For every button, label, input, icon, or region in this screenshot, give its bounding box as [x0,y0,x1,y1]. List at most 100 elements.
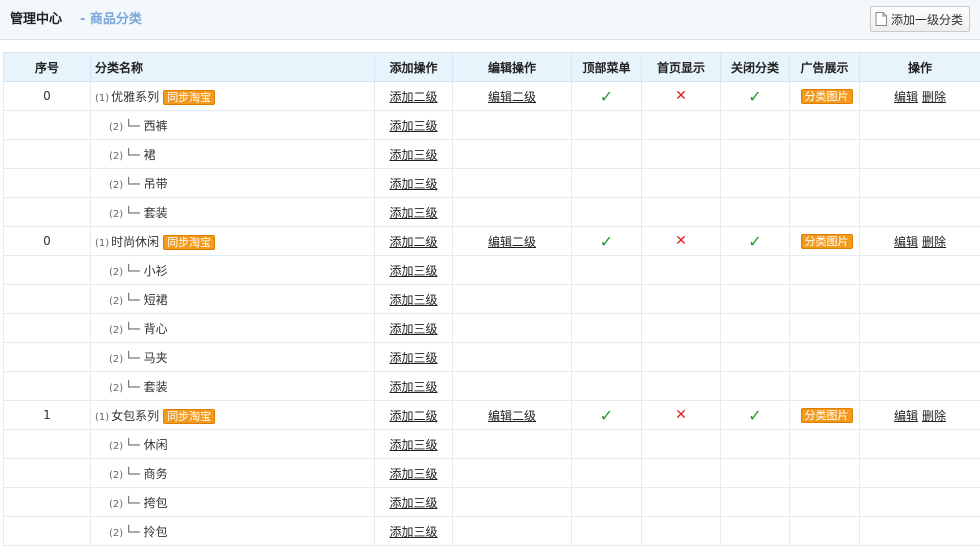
subcategory-name: 背心 [143,321,168,336]
level-marker: (2) [109,150,124,162]
add-level3-link[interactable]: 添加三级 [389,525,437,539]
level-marker: (2) [109,440,124,452]
cross-icon[interactable]: ✕ [675,407,687,423]
level-marker: (1) [95,92,110,104]
category-name: 优雅系列 [111,89,160,104]
add-top-category-button[interactable]: 添加一级分类 [869,6,970,32]
header-col-ad: 广告展示 [789,52,860,82]
edit-level2-link[interactable]: 编辑二级 [488,235,536,249]
branch-glyph: └─ [125,176,140,191]
header-col-order: 序号 [3,52,91,82]
subcategory-row: (2) └─ 裙 添加三级 [3,139,980,169]
add-level3-link[interactable]: 添加三级 [389,264,437,278]
branch-glyph: └─ [125,466,140,481]
level-marker: (2) [109,527,124,539]
table-body: 0 (1) 优雅系列 同步淘宝 添加二级 编辑二级 ✓ ✕ ✓ 分类图片 编辑 删除 (2) └─ 西裤 添加… [3,81,980,546]
level-marker: (2) [109,179,124,191]
table-header-row: 序号 分类名称 添加操作 编辑操作 顶部菜单 首页显示 关闭分类 广告展示 操作 [3,52,980,82]
header-col-closed: 关闭分类 [720,52,790,82]
add-level3-link[interactable]: 添加三级 [389,496,437,510]
edit-link[interactable]: 编辑 [894,90,918,104]
check-icon[interactable]: ✓ [748,406,761,425]
level-marker: (1) [95,237,110,249]
category-name: 女包系列 [111,408,160,423]
branch-glyph: └─ [125,263,140,278]
document-icon [875,12,887,26]
delete-link[interactable]: 删除 [922,235,946,249]
add-level3-link[interactable]: 添加三级 [389,177,437,191]
branch-glyph: └─ [125,118,140,133]
level-marker: (1) [95,411,110,423]
subcategory-name: 马夹 [143,350,168,365]
check-icon[interactable]: ✓ [600,232,613,251]
category-row: 0 (1) 优雅系列 同步淘宝 添加二级 编辑二级 ✓ ✕ ✓ 分类图片 编辑 删除 [3,81,980,111]
top-bar: 管理中心 - 商品分类 添加一级分类 [0,0,980,40]
edit-level2-link[interactable]: 编辑二级 [488,409,536,423]
level-marker: (2) [109,295,124,307]
add-level3-link[interactable]: 添加三级 [389,119,437,133]
cross-icon[interactable]: ✕ [675,233,687,249]
category-table: 序号 分类名称 添加操作 编辑操作 顶部菜单 首页显示 关闭分类 广告展示 操作 0 (1) 优雅系… [3,52,980,546]
level-marker: (2) [109,382,124,394]
branch-glyph: └─ [125,437,140,452]
header-col-ops: 操作 [859,52,980,82]
cross-icon[interactable]: ✕ [675,88,687,104]
branch-glyph: └─ [125,321,140,336]
sync-taobao-button[interactable]: 同步淘宝 [163,234,216,250]
branch-glyph: └─ [125,524,140,539]
subcategory-name: 裙 [143,147,156,162]
category-image-button[interactable]: 分类图片 [800,407,853,423]
level-marker: (2) [109,266,124,278]
subcategory-row: (2) └─ 拎包 添加三级 [3,516,980,546]
level-marker: (2) [109,208,124,220]
order-value: 0 [43,89,51,103]
branch-glyph: └─ [125,205,140,220]
subcategory-row: (2) └─ 小衫 添加三级 [3,255,980,285]
branch-glyph: └─ [125,147,140,162]
sync-taobao-button[interactable]: 同步淘宝 [163,408,216,424]
add-level3-link[interactable]: 添加三级 [389,206,437,220]
header-col-edit: 编辑操作 [452,52,572,82]
check-icon[interactable]: ✓ [748,87,761,106]
category-name: 时尚休闲 [111,234,160,249]
add-level2-link[interactable]: 添加二级 [389,90,437,104]
category-image-button[interactable]: 分类图片 [800,88,853,104]
add-level3-link[interactable]: 添加三级 [389,351,437,365]
branch-glyph: └─ [125,292,140,307]
order-value: 0 [43,234,51,248]
level-marker: (2) [109,469,124,481]
page-title: 管理中心 [10,12,63,27]
add-level3-link[interactable]: 添加三级 [389,293,437,307]
add-level3-link[interactable]: 添加三级 [389,467,437,481]
level-marker: (2) [109,121,124,133]
subcategory-name: 套装 [143,379,168,394]
branch-glyph: └─ [125,495,140,510]
delete-link[interactable]: 删除 [922,409,946,423]
sync-taobao-button[interactable]: 同步淘宝 [163,89,216,105]
level-marker: (2) [109,498,124,510]
edit-level2-link[interactable]: 编辑二级 [488,90,536,104]
header-col-home-show: 首页显示 [641,52,721,82]
subcategory-name: 拎包 [143,524,168,539]
edit-link[interactable]: 编辑 [894,235,918,249]
subcategory-row: (2) └─ 马夹 添加三级 [3,342,980,372]
add-level3-link[interactable]: 添加三级 [389,322,437,336]
add-level3-link[interactable]: 添加三级 [389,438,437,452]
subcategory-name: 商务 [143,466,168,481]
subcategory-row: (2) └─ 挎包 添加三级 [3,487,980,517]
subcategory-row: (2) └─ 吊带 添加三级 [3,168,980,198]
check-icon[interactable]: ✓ [600,406,613,425]
subcategory-name: 吊带 [143,176,168,191]
add-level3-link[interactable]: 添加三级 [389,148,437,162]
check-icon[interactable]: ✓ [748,232,761,251]
add-level3-link[interactable]: 添加三级 [389,380,437,394]
subcategory-name: 套装 [143,205,168,220]
category-image-button[interactable]: 分类图片 [800,233,853,249]
add-level2-link[interactable]: 添加二级 [389,235,437,249]
add-level2-link[interactable]: 添加二级 [389,409,437,423]
check-icon[interactable]: ✓ [600,87,613,106]
level-marker: (2) [109,353,124,365]
edit-link[interactable]: 编辑 [894,409,918,423]
header-col-add: 添加操作 [374,52,453,82]
delete-link[interactable]: 删除 [922,90,946,104]
